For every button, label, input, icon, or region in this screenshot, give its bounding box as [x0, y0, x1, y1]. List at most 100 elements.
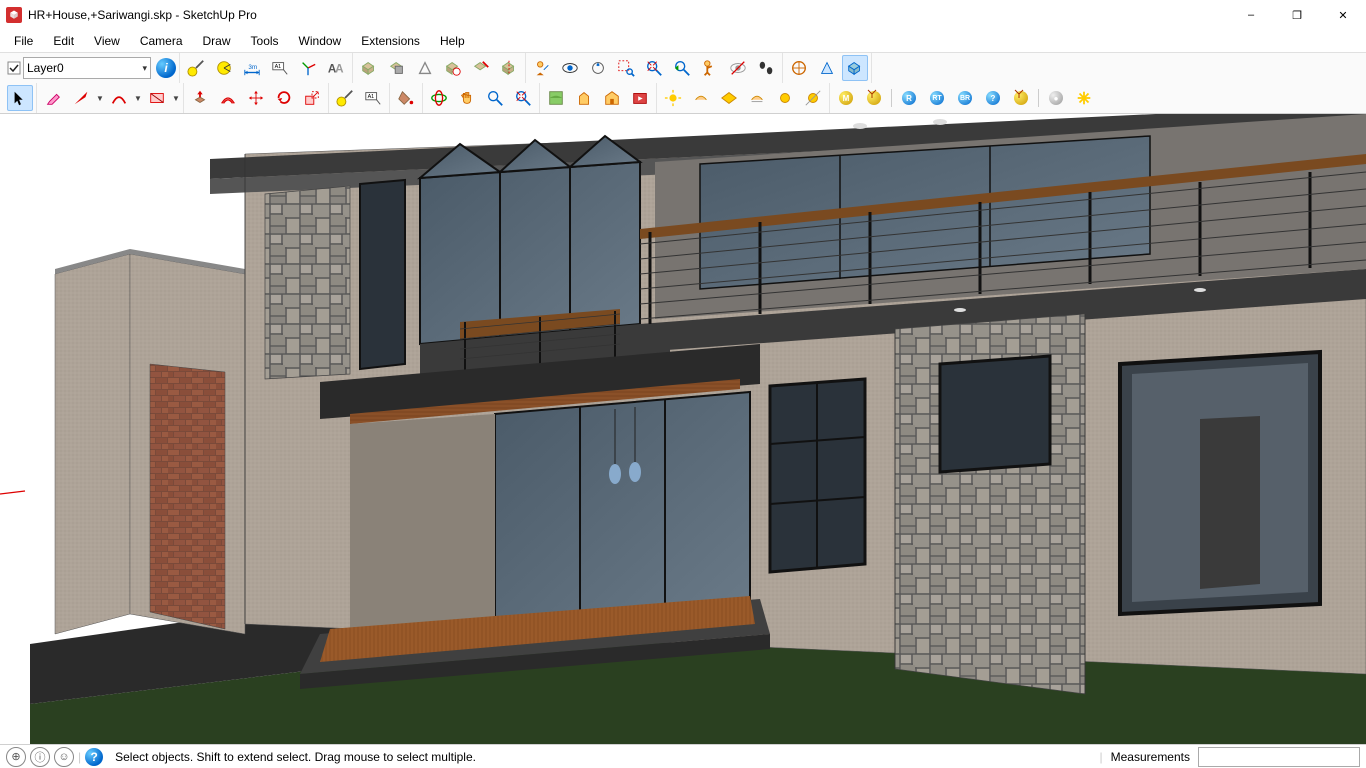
camera2-group — [423, 83, 540, 113]
divider — [1038, 89, 1039, 107]
eraser-icon[interactable] — [40, 85, 66, 111]
3d-viewport[interactable] — [0, 114, 1366, 744]
zoom-extents2-icon[interactable] — [510, 85, 536, 111]
divider — [891, 89, 892, 107]
3d-text-icon[interactable]: AA — [323, 55, 349, 81]
shadows-group — [657, 83, 830, 113]
shade1-icon[interactable] — [688, 85, 714, 111]
select-tool-icon[interactable] — [7, 85, 33, 111]
zoom-window-icon[interactable] — [613, 55, 639, 81]
arc-tool-icon[interactable] — [106, 85, 132, 111]
layer-select[interactable]: Layer0 ▾ — [23, 57, 151, 79]
dimension-icon[interactable]: 3m — [239, 55, 265, 81]
minimize-button[interactable]: – — [1228, 0, 1274, 30]
shade3-icon[interactable] — [744, 85, 770, 111]
layer-value: Layer0 — [27, 61, 64, 75]
walk-icon[interactable] — [585, 55, 611, 81]
x-ball-icon[interactable] — [1071, 85, 1097, 111]
help-ball-icon[interactable]: ? — [980, 85, 1006, 111]
rotate-icon[interactable] — [271, 85, 297, 111]
subtract-icon[interactable] — [440, 55, 466, 81]
offset-icon[interactable] — [215, 85, 241, 111]
menu-tools[interactable]: Tools — [241, 32, 289, 50]
toolbars-container: Layer0 ▾ i 3m A1 AA — [0, 53, 1366, 114]
text-label-icon[interactable]: A1 — [267, 55, 293, 81]
shade2-icon[interactable] — [716, 85, 742, 111]
y2-ball-icon[interactable] — [1008, 85, 1034, 111]
shade5-icon[interactable] — [800, 85, 826, 111]
union-icon[interactable] — [412, 55, 438, 81]
tape-measure-icon[interactable] — [183, 55, 209, 81]
sandbox-3-icon[interactable] — [842, 55, 868, 81]
y-ball-icon[interactable] — [861, 85, 887, 111]
m-ball-icon[interactable]: M — [833, 85, 859, 111]
paint-bucket-icon[interactable] — [393, 85, 419, 111]
rectangle-tool-icon[interactable] — [144, 85, 170, 111]
menu-draw[interactable]: Draw — [193, 32, 241, 50]
toolbar-row-1: Layer0 ▾ i 3m A1 AA — [0, 53, 1366, 83]
menu-extensions[interactable]: Extensions — [351, 32, 430, 50]
zoom-extents-icon[interactable] — [641, 55, 667, 81]
move-icon[interactable] — [243, 85, 269, 111]
position-camera-icon[interactable] — [529, 55, 555, 81]
sandbox-group — [783, 53, 872, 83]
rect-dropdown-icon[interactable]: ▼ — [172, 94, 180, 103]
status-hint: Select objects. Shift to extend select. … — [115, 750, 476, 764]
previous-view-icon[interactable] — [669, 55, 695, 81]
footprints-icon[interactable] — [753, 55, 779, 81]
rt-ball-icon[interactable]: RT — [924, 85, 950, 111]
pan-icon[interactable] — [454, 85, 480, 111]
render-group: M R RT BR ? ● — [830, 83, 1100, 113]
warehouse-icon[interactable] — [599, 85, 625, 111]
push-pull-icon[interactable] — [187, 85, 213, 111]
r-ball-icon[interactable]: R — [896, 85, 922, 111]
help-status-icon[interactable]: ? — [85, 748, 103, 766]
outer-shell-icon[interactable] — [356, 55, 382, 81]
zoom2-icon[interactable] — [482, 85, 508, 111]
location-icon[interactable] — [543, 85, 569, 111]
look-around-icon[interactable] — [557, 55, 583, 81]
menu-view[interactable]: View — [84, 32, 130, 50]
sandbox-1-icon[interactable] — [786, 55, 812, 81]
text-label2-icon[interactable]: A1 — [360, 85, 386, 111]
measurements-input[interactable] — [1198, 747, 1360, 767]
arc-dropdown-icon[interactable]: ▼ — [134, 94, 142, 103]
tape-measure2-icon[interactable] — [332, 85, 358, 111]
sun-icon[interactable] — [660, 85, 686, 111]
intersect-icon[interactable] — [384, 55, 410, 81]
share-icon[interactable] — [627, 85, 653, 111]
profile-status-icon[interactable]: ☺ — [54, 747, 74, 767]
svg-text:A1: A1 — [368, 94, 375, 100]
svg-text:3m: 3m — [248, 64, 257, 71]
menu-camera[interactable]: Camera — [130, 32, 193, 50]
geolocation-status-icon[interactable]: ⊕ — [6, 747, 26, 767]
layer-visibility-check[interactable] — [7, 61, 21, 75]
axes-icon[interactable] — [295, 55, 321, 81]
orbit-icon[interactable] — [426, 85, 452, 111]
status-bar: ⊕ ⓘ ☺ | ? Select objects. Shift to exten… — [0, 744, 1366, 768]
sandbox-2-icon[interactable] — [814, 55, 840, 81]
trim-icon[interactable] — [468, 55, 494, 81]
scale-icon[interactable] — [299, 85, 325, 111]
layer-group: Layer0 ▾ i — [4, 53, 180, 83]
svg-text:A: A — [335, 63, 344, 76]
menu-window[interactable]: Window — [289, 32, 352, 50]
close-button[interactable]: ✕ — [1320, 0, 1366, 30]
protractor-icon[interactable] — [211, 55, 237, 81]
menu-file[interactable]: File — [4, 32, 43, 50]
hide-rest-icon[interactable] — [725, 55, 751, 81]
menu-help[interactable]: Help — [430, 32, 475, 50]
split-icon[interactable] — [496, 55, 522, 81]
measure-group: 3m A1 AA — [180, 53, 353, 83]
line-dropdown-icon[interactable]: ▼ — [96, 94, 104, 103]
building-icon[interactable] — [571, 85, 597, 111]
o-ball-icon[interactable]: ● — [1043, 85, 1069, 111]
maximize-button[interactable]: ❐ — [1274, 0, 1320, 30]
shade4-icon[interactable] — [772, 85, 798, 111]
menu-edit[interactable]: Edit — [43, 32, 84, 50]
layer-info-icon[interactable]: i — [156, 58, 176, 78]
credits-status-icon[interactable]: ⓘ — [30, 747, 50, 767]
photo-match-icon[interactable] — [697, 55, 723, 81]
line-tool-icon[interactable] — [68, 85, 94, 111]
br-ball-icon[interactable]: BR — [952, 85, 978, 111]
